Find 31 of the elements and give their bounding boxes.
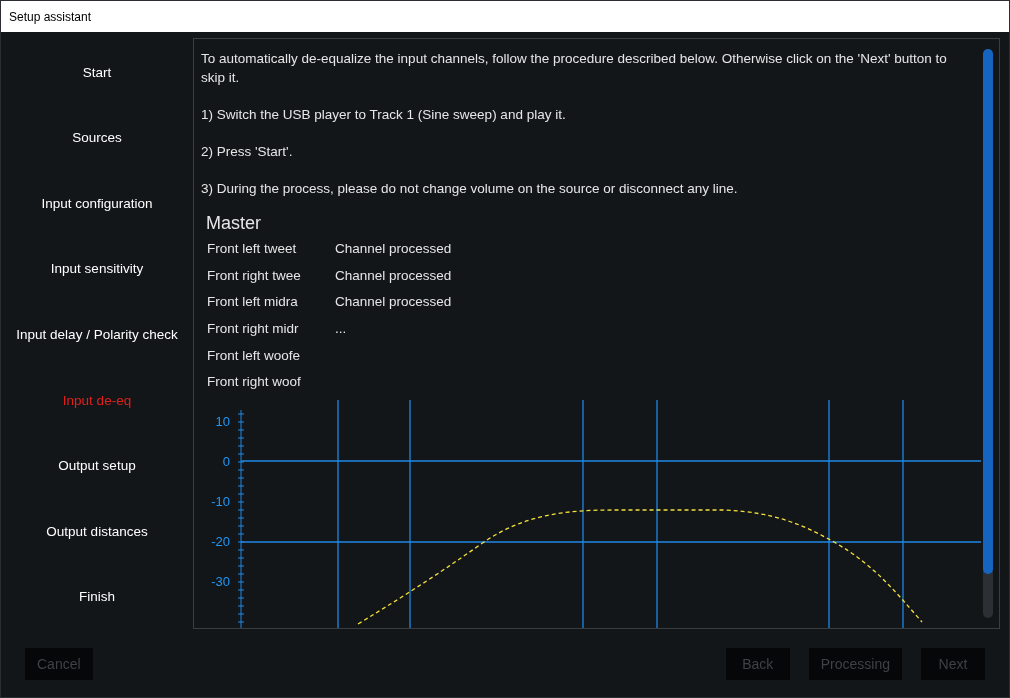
channel-name: Front left woofe [207, 346, 302, 365]
channel-name: Front right twee [207, 266, 302, 285]
channel-status: ... [335, 319, 347, 338]
group-title: Master [206, 212, 262, 234]
step-item[interactable]: Sources [72, 128, 122, 149]
instruction-text: 3) During the process, please do not change volume on the source or disconnect any line. [201, 180, 739, 198]
step-item[interactable]: Input configuration [41, 193, 153, 215]
instruction-text: 1) Switch the USB player to Track 1 (Sine sweep) and play it. [201, 106, 567, 124]
channel-name: Front right woof [207, 373, 302, 392]
step-item[interactable]: Input de-eq [62, 390, 132, 411]
window-title: Setup assistant [9, 8, 92, 26]
axis-label: 10 [215, 413, 230, 429]
instruction-text: 2) Press 'Start'. [201, 143, 294, 161]
scrollbar[interactable] [983, 49, 993, 618]
channel-name: Front left midra [207, 293, 299, 312]
channel-status: Channel processed [335, 293, 452, 312]
step-item[interactable]: Input delay / Polarity check [16, 325, 178, 346]
channel-name: Front left tweet [207, 240, 298, 259]
channel-status: Channel processed [335, 240, 452, 259]
axis-label: -10 [211, 493, 230, 509]
step-item[interactable]: Output setup [58, 456, 136, 477]
step-item[interactable]: Input sensitivity [50, 259, 144, 280]
axis-label: -20 [211, 533, 230, 549]
step-item[interactable]: Output distances [46, 521, 148, 543]
channel-status: Channel processed [335, 266, 452, 285]
instruction-text: To automatically de-equalize the input channels, follow the procedure described below. Otherwise click on the 'Next' button to skip it. [201, 50, 948, 87]
step-item[interactable]: Start [82, 62, 112, 83]
axis-label: 0 [222, 453, 230, 469]
step-item[interactable]: Finish [79, 587, 115, 608]
axis-label: -30 [211, 573, 230, 589]
channel-name: Front right midr [207, 319, 300, 338]
